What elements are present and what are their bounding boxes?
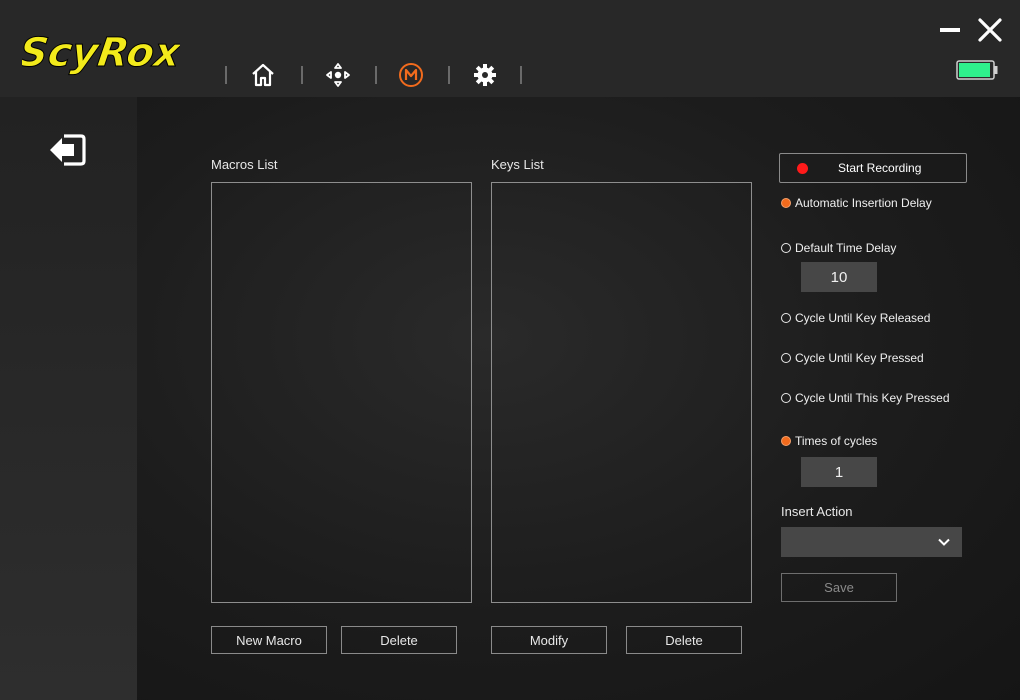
option-times-of-cycles[interactable]: Times of cycles: [781, 434, 877, 448]
radio-unselected[interactable]: [781, 353, 791, 363]
sidebar: [0, 97, 137, 700]
nav-macro-button[interactable]: [396, 60, 426, 90]
macros-list-label: Macros List: [211, 157, 278, 172]
macro-m-icon: [399, 63, 423, 87]
option-automatic-insertion-delay[interactable]: Automatic Insertion Delay: [781, 196, 932, 210]
nav-divider: [301, 66, 303, 84]
option-label: Automatic Insertion Delay: [795, 196, 932, 210]
nav-dpad-button[interactable]: [323, 60, 353, 90]
macros-list[interactable]: [211, 182, 472, 603]
option-default-time-delay[interactable]: Default Time Delay: [781, 241, 896, 255]
radio-selected[interactable]: [781, 198, 791, 208]
record-dot-icon: [797, 162, 808, 174]
home-icon: [252, 63, 274, 87]
nav-divider: [375, 66, 377, 84]
option-label: Times of cycles: [795, 434, 878, 448]
exit-arrow-icon[interactable]: [48, 133, 86, 167]
option-cycle-until-key-pressed[interactable]: Cycle Until Key Pressed: [781, 351, 924, 365]
save-button[interactable]: Save: [781, 573, 897, 602]
option-label: Cycle Until Key Released: [795, 311, 931, 325]
nav-settings-button[interactable]: [470, 60, 500, 90]
times-of-cycles-input[interactable]: 1: [801, 457, 877, 487]
gear-icon: [474, 64, 496, 86]
svg-text:ScyRox: ScyRox: [22, 30, 180, 76]
option-label: Default Time Delay: [795, 241, 897, 255]
nav-divider: [520, 66, 522, 84]
start-recording-label: Start Recording: [838, 161, 922, 175]
direction-pad-icon: [326, 63, 350, 87]
option-label: Cycle Until Key Pressed: [795, 351, 924, 365]
radio-selected[interactable]: [781, 436, 791, 446]
close-icon[interactable]: [976, 16, 1004, 44]
insert-action-label: Insert Action: [781, 504, 853, 519]
option-cycle-until-this-key-pressed[interactable]: Cycle Until This Key Pressed: [781, 391, 950, 405]
chevron-down-icon: [938, 538, 950, 546]
insert-action-select[interactable]: [781, 527, 962, 557]
top-bar: ScyRox: [0, 0, 1020, 97]
battery-icon: [956, 60, 998, 80]
scyrox-logo: ScyRox: [22, 30, 180, 77]
radio-unselected[interactable]: [781, 393, 791, 403]
radio-unselected[interactable]: [781, 243, 791, 253]
new-macro-button[interactable]: New Macro: [211, 626, 327, 654]
option-cycle-until-key-released[interactable]: Cycle Until Key Released: [781, 311, 930, 325]
minimize-button[interactable]: [938, 22, 962, 38]
option-label: Cycle Until This Key Pressed: [795, 391, 950, 405]
keys-list[interactable]: [491, 182, 752, 603]
nav-divider: [448, 66, 450, 84]
nav-divider: [225, 66, 227, 84]
radio-unselected[interactable]: [781, 313, 791, 323]
delete-macro-button[interactable]: Delete: [341, 626, 457, 654]
nav-home-button[interactable]: [248, 60, 278, 90]
start-recording-button[interactable]: Start Recording: [779, 153, 967, 183]
delete-key-button[interactable]: Delete: [626, 626, 742, 654]
keys-list-label: Keys List: [491, 157, 544, 172]
modify-key-button[interactable]: Modify: [491, 626, 607, 654]
default-delay-input[interactable]: 10: [801, 262, 877, 292]
